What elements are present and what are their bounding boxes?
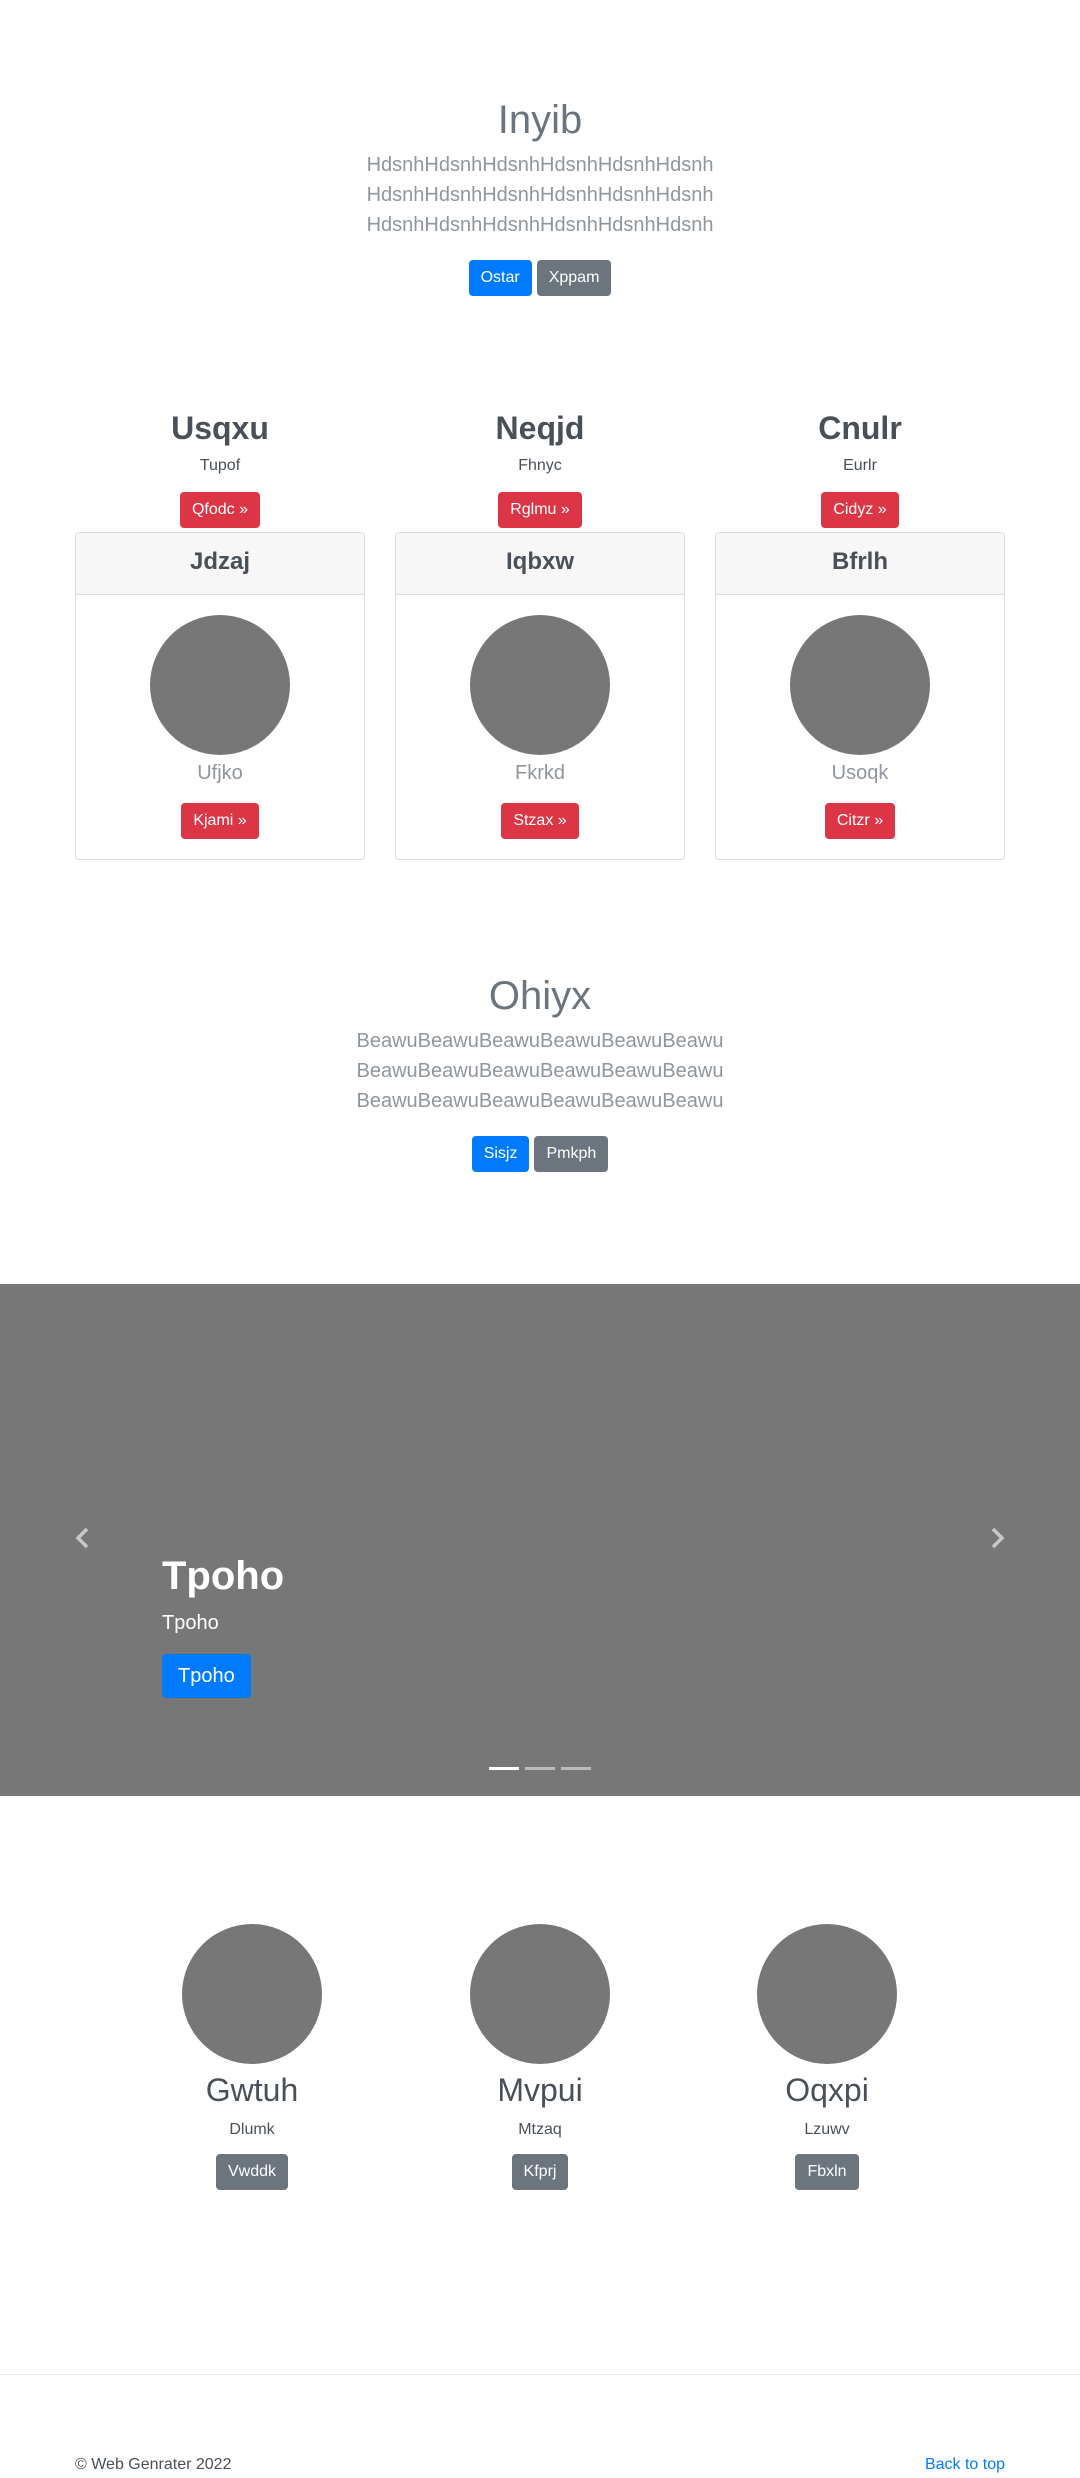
avatar-placeholder [150,615,290,755]
hero-lead-line: BeawuBeawuBeawuBeawuBeawuBeawu [356,1030,724,1052]
marketing-item: Gwtuh Dlumk Vwddk [127,1924,377,2190]
carousel-text: Tpoho [162,1612,219,1634]
carousel-indicator[interactable] [525,1767,555,1770]
carousel: Tpoho Tpoho Tpoho [0,1284,1080,1796]
card-button[interactable]: Stzax » [501,803,579,839]
hero-lead-line: BeawuBeawuBeawuBeawuBeawuBeawu [356,1090,724,1112]
card-name: Fkrkd [515,762,565,784]
marketing-title: Mvpui [497,2072,583,2108]
carousel-prev-button[interactable] [62,1520,102,1560]
hero-lead-line: BeawuBeawuBeawuBeawuBeawuBeawu [356,1060,724,1082]
hero-section-2: Ohiyx BeawuBeawuBeawuBeawuBeawuBeawu Bea… [0,972,1080,1172]
card-name: Ufjko [197,762,243,784]
carousel-indicators [0,1767,1080,1770]
column-button[interactable]: Qfodc » [179,492,261,528]
carousel-next-button[interactable] [978,1520,1018,1560]
carousel-indicator[interactable] [489,1767,519,1770]
marketing-image-placeholder [757,1924,897,2064]
hero-lead-line: HdsnhHdsnhHdsnhHdsnhHdsnhHdsnh [366,214,714,236]
hero-primary-button[interactable]: Sisjz [471,1136,530,1172]
feature-column: Cnulr Eurlr Cidyz » [715,408,1005,528]
profile-card: Jdzaj Ufjko Kjami » [75,532,365,860]
hero-button-row: Sisjz Pmkph [0,1136,1080,1172]
column-subtitle: Eurlr [843,457,877,474]
card-header: Jdzaj [76,533,364,595]
profile-card: Iqbxw Fkrkd Stzax » [395,532,685,860]
hero-section-1: Inyib HdsnhHdsnhHdsnhHdsnhHdsnhHdsnh Hds… [0,96,1080,296]
hero-title: Inyib [497,98,583,142]
marketing-image-placeholder [470,1924,610,2064]
avatar-placeholder [790,615,930,755]
marketing-button[interactable]: Kfprj [511,2154,569,2190]
carousel-button[interactable]: Tpoho [162,1654,251,1698]
column-subtitle: Fhnyc [518,457,562,474]
marketing-button[interactable]: Fbxln [795,2154,859,2190]
hero-secondary-button[interactable]: Pmkph [534,1136,609,1172]
marketing-button[interactable]: Vwddk [215,2154,289,2190]
feature-column: Usqxu Tupof Qfodc » [75,408,365,528]
profile-card: Bfrlh Usoqk Citzr » [715,532,1005,860]
carousel-indicator[interactable] [561,1767,591,1770]
hero-primary-button[interactable]: Ostar [468,260,532,296]
hero-button-row: Ostar Xppam [0,260,1080,296]
marketing-subtitle: Lzuwv [804,2121,850,2138]
hero-secondary-button[interactable]: Xppam [536,260,612,296]
marketing-item: Oqxpi Lzuwv Fbxln [702,1924,952,2190]
card-button[interactable]: Kjami » [181,803,259,839]
marketing-title: Oqxpi [785,2072,869,2108]
back-to-top-link[interactable]: Back to top [925,2456,1005,2474]
footer-divider [0,2374,1080,2375]
avatar-placeholder [470,615,610,755]
card-name: Usoqk [831,762,889,784]
hero-title: Ohiyx [488,974,592,1018]
column-title: Cnulr [818,410,902,446]
column-button[interactable]: Cidyz » [821,492,899,528]
marketing-subtitle: Mtzaq [518,2121,562,2138]
card-header: Iqbxw [396,533,684,595]
chevron-left-icon [74,1523,90,1556]
marketing-image-placeholder [182,1924,322,2064]
hero-lead-line: HdsnhHdsnhHdsnhHdsnhHdsnhHdsnh [366,154,714,176]
column-title: Neqjd [495,410,585,446]
card-header: Bfrlh [716,533,1004,595]
feature-column: Neqjd Fhnyc Rglmu » [395,408,685,528]
carousel-caption: Tpoho Tpoho Tpoho [162,1552,284,1698]
carousel-title: Tpoho [162,1554,285,1598]
hero-lead-line: HdsnhHdsnhHdsnhHdsnhHdsnhHdsnh [366,184,714,206]
chevron-right-icon [990,1523,1006,1556]
card-button[interactable]: Citzr » [824,803,896,839]
footer-copyright: © Web Genrater 2022 [75,2456,232,2473]
marketing-subtitle: Dlumk [229,2121,275,2138]
marketing-item: Mvpui Mtzaq Kfprj [415,1924,665,2190]
column-button[interactable]: Rglmu » [498,492,582,528]
marketing-title: Gwtuh [205,2072,299,2108]
column-title: Usqxu [171,410,269,446]
column-subtitle: Tupof [199,457,241,474]
